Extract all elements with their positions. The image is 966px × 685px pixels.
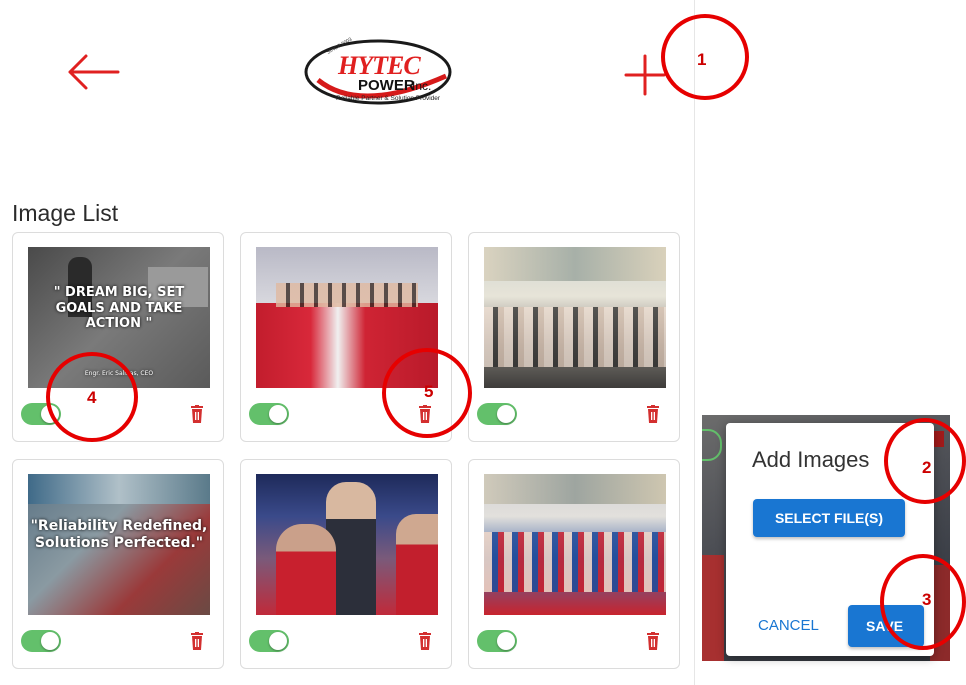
select-files-button[interactable]: SELECT FILE(S) (753, 499, 905, 537)
trash-icon[interactable] (645, 405, 661, 423)
svg-text:Reliable Partner & Solution Pr: Reliable Partner & Solution Provider (336, 95, 441, 102)
visibility-toggle[interactable] (249, 403, 289, 425)
annotation-number: 5 (424, 382, 434, 401)
toggle-knob (41, 632, 59, 650)
hytec-logo: SINCE 2003 HYTEC POWER Inc. Reliable Par… (300, 32, 460, 114)
annotation-number: 2 (922, 458, 932, 477)
toggle-knob (269, 405, 287, 423)
toggle-knob (269, 632, 287, 650)
image-thumbnail[interactable] (484, 247, 666, 388)
svg-text:POWER: POWER (358, 77, 415, 94)
image-card (468, 232, 680, 442)
image-card: "Reliability Redefined, Solutions Perfec… (12, 459, 224, 669)
image-card (240, 459, 452, 669)
annotation-circle-5: 5 (382, 348, 472, 438)
image-thumbnail[interactable] (256, 474, 438, 615)
cancel-button[interactable]: CANCEL (758, 609, 830, 641)
trash-icon[interactable] (189, 405, 205, 423)
panel-divider (694, 0, 695, 685)
visibility-toggle[interactable] (21, 630, 61, 652)
annotation-circle-1: 1 (661, 14, 749, 100)
svg-text:Inc.: Inc. (412, 79, 431, 93)
image-thumbnail[interactable]: "Reliability Redefined, Solutions Perfec… (28, 474, 210, 615)
trash-icon[interactable] (189, 632, 205, 650)
annotation-circle-3: 3 (880, 554, 966, 650)
image-card (468, 459, 680, 669)
image-caption: " DREAM BIG, SET GOALS AND TAKE ACTION " (53, 285, 185, 332)
image-manager-panel: SINCE 2003 HYTEC POWER Inc. Reliable Par… (0, 0, 694, 685)
backdrop-photo-left (702, 555, 724, 661)
image-thumbnail[interactable] (484, 474, 666, 615)
arrow-left-icon (68, 54, 120, 90)
visibility-toggle[interactable] (477, 403, 517, 425)
annotation-number: 4 (87, 388, 97, 407)
trash-icon[interactable] (417, 632, 433, 650)
back-button[interactable] (62, 50, 122, 94)
annotation-number: 1 (697, 50, 707, 69)
svg-text:HYTEC: HYTEC (337, 51, 421, 80)
annotation-circle-4: 4 (46, 352, 138, 442)
annotation-number: 3 (922, 590, 932, 609)
visibility-toggle[interactable] (249, 630, 289, 652)
toggle-knob (497, 632, 515, 650)
dialog-title: Add Images (752, 447, 870, 472)
visibility-toggle[interactable] (477, 630, 517, 652)
image-list-title: Image List (12, 200, 119, 226)
toggle-knob (497, 405, 515, 423)
trash-icon[interactable] (645, 632, 661, 650)
backdrop-toggle (702, 429, 722, 461)
annotation-circle-2: 2 (884, 418, 966, 504)
image-caption: "Reliability Redefined, Solutions Perfec… (30, 518, 208, 551)
